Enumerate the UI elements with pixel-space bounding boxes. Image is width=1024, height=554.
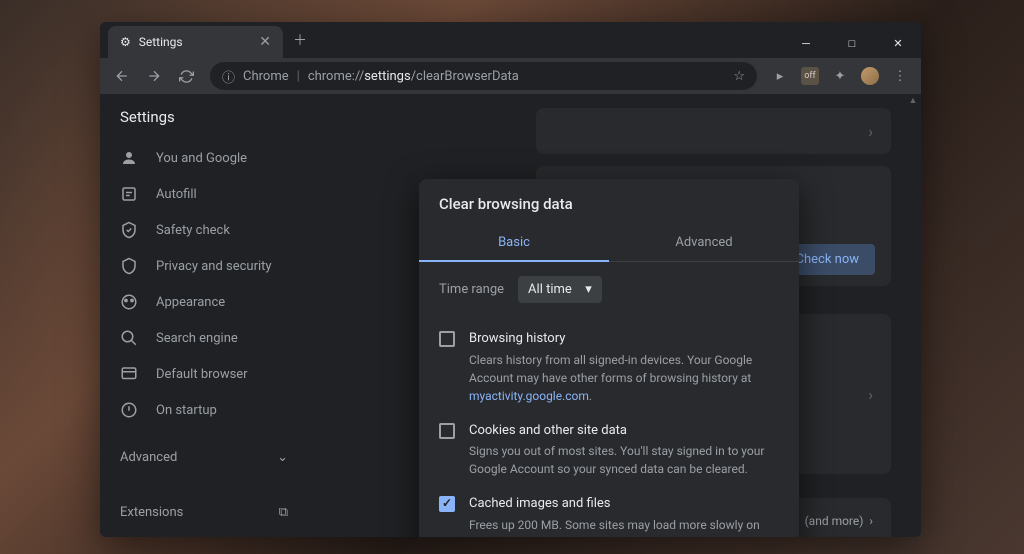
settings-sidebar: Settings You and Google Autofill Safety … <box>100 94 308 537</box>
sidebar-item-autofill[interactable]: Autofill <box>100 176 308 212</box>
sidebar-item-label: Extensions <box>120 505 183 520</box>
sidebar-item-appearance[interactable]: Appearance <box>100 284 308 320</box>
menu-icon[interactable]: ⋮ <box>891 67 909 85</box>
gear-icon: ⚙ <box>120 35 131 49</box>
sidebar-item-label: Autofill <box>156 187 197 202</box>
dialog-tabs: Basic Advanced <box>419 225 799 262</box>
extension-icon[interactable]: off <box>801 67 819 85</box>
checkbox-cached[interactable] <box>439 496 455 512</box>
extension-icons: ▸ off ✦ ⋮ <box>767 67 913 85</box>
clear-browsing-data-dialog: Clear browsing data Basic Advanced Time … <box>419 179 799 537</box>
window-controls: ─ □ ✕ <box>783 28 921 58</box>
option-title: Cached images and files <box>469 494 779 514</box>
forward-button[interactable] <box>140 62 168 90</box>
sidebar-item-search-engine[interactable]: Search engine <box>100 320 308 356</box>
sidebar-item-label: Search engine <box>156 331 238 346</box>
titlebar: ⚙ Settings ✕ ＋ ─ □ ✕ <box>100 22 921 58</box>
sidebar-item-label: On startup <box>156 403 217 418</box>
reload-button[interactable] <box>172 62 200 90</box>
sidebar-item-default-browser[interactable]: Default browser <box>100 356 308 392</box>
settings-card[interactable]: › <box>536 108 891 154</box>
sidebar-item-privacy-security[interactable]: Privacy and security <box>100 248 308 284</box>
sidebar-item-about-chrome[interactable]: About Chrome <box>100 530 308 537</box>
option-cached: Cached images and files Frees up 200 MB.… <box>439 486 779 537</box>
myactivity-link[interactable]: myactivity.google.com <box>469 389 589 403</box>
and-more-label: (and more) <box>805 514 864 528</box>
sidebar-item-label: Advanced <box>120 450 177 465</box>
checkbox-cookies[interactable] <box>439 423 455 439</box>
sidebar-item-label: Appearance <box>156 295 225 310</box>
close-window-button[interactable]: ✕ <box>875 28 921 58</box>
sidebar-item-label: Safety check <box>156 223 230 238</box>
sidebar-item-label: Default browser <box>156 367 248 382</box>
scrollbar[interactable]: ▲ <box>907 94 919 537</box>
sidebar-item-extensions[interactable]: Extensions ⧉ <box>100 495 308 530</box>
tab-title: Settings <box>139 35 183 49</box>
tab-basic[interactable]: Basic <box>419 225 609 262</box>
option-browsing-history: Browsing history Clears history from all… <box>439 321 779 413</box>
option-title: Browsing history <box>469 329 779 349</box>
bookmark-icon[interactable]: ☆ <box>733 69 745 84</box>
extensions-icon[interactable]: ✦ <box>831 67 849 85</box>
dialog-title: Clear browsing data <box>419 179 799 225</box>
sidebar-item-label: Privacy and security <box>156 259 272 274</box>
time-range-select[interactable]: All time <box>518 276 602 303</box>
site-info-icon[interactable]: ⓘ <box>222 67 235 86</box>
time-range-row: Time range All time <box>419 262 799 317</box>
option-description: Signs you out of most sites. You'll stay… <box>469 442 779 478</box>
extension-icon[interactable]: ▸ <box>771 67 789 85</box>
sidebar-item-label: You and Google <box>156 151 247 166</box>
profile-avatar[interactable] <box>861 67 879 85</box>
external-link-icon: ⧉ <box>279 505 288 520</box>
browser-tab[interactable]: ⚙ Settings ✕ <box>108 26 283 58</box>
option-description: Frees up 200 MB. Some sites may load mor… <box>469 516 779 538</box>
option-cookies: Cookies and other site data Signs you ou… <box>439 413 779 487</box>
options-list: Browsing history Clears history from all… <box>419 317 799 537</box>
omnibox-url: chrome://settings/clearBrowserData <box>308 69 726 84</box>
omnibox-prefix: Chrome <box>243 69 289 84</box>
browser-window: ⚙ Settings ✕ ＋ ─ □ ✕ ⓘ Chrome | chrome:/… <box>100 22 921 537</box>
toolbar: ⓘ Chrome | chrome://settings/clearBrowse… <box>100 58 921 94</box>
minimize-button[interactable]: ─ <box>783 28 829 58</box>
tab-advanced[interactable]: Advanced <box>609 225 799 261</box>
sidebar-heading: Settings <box>100 108 308 140</box>
close-tab-icon[interactable]: ✕ <box>259 34 271 50</box>
sidebar-item-on-startup[interactable]: On startup <box>100 392 308 428</box>
back-button[interactable] <box>108 62 136 90</box>
address-bar[interactable]: ⓘ Chrome | chrome://settings/clearBrowse… <box>210 62 757 90</box>
content-area: Settings You and Google Autofill Safety … <box>100 94 921 537</box>
maximize-button[interactable]: □ <box>829 28 875 58</box>
option-description: Clears history from all signed-in device… <box>469 351 779 405</box>
new-tab-button[interactable]: ＋ <box>293 30 307 50</box>
chevron-down-icon: ⌄ <box>277 450 288 465</box>
time-range-label: Time range <box>439 282 504 297</box>
checkbox-browsing-history[interactable] <box>439 331 455 347</box>
sidebar-item-safety-check[interactable]: Safety check <box>100 212 308 248</box>
sidebar-item-you-and-google[interactable]: You and Google <box>100 140 308 176</box>
option-title: Cookies and other site data <box>469 421 779 441</box>
scroll-up-icon[interactable]: ▲ <box>907 94 919 106</box>
sidebar-item-advanced[interactable]: Advanced ⌄ <box>100 438 308 477</box>
